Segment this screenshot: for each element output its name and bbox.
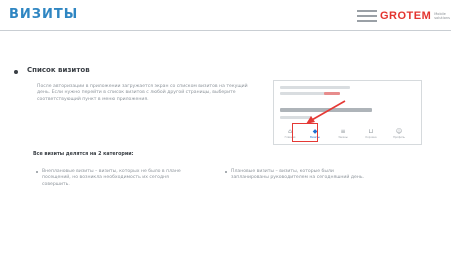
category-item-planned: Плановые визиты – визиты, которые были з… (225, 169, 371, 182)
logo-subtitle: Mobile solutions (434, 12, 450, 20)
slide-title: ВИЗИТЫ (9, 7, 79, 22)
list-bullet-icon (36, 171, 38, 173)
list-bullet-icon (225, 171, 227, 173)
grotem-logo: GROTEM Mobile solutions (357, 9, 451, 23)
orders-icon: ≡ (340, 128, 346, 135)
screenshot-text-line (280, 108, 372, 112)
logo-brand: GROTEM (380, 10, 432, 22)
header-divider (0, 30, 451, 31)
categories-lead: Все визиты делятся на 2 категории: (33, 152, 134, 157)
slide-header: ВИЗИТЫ GROTEM Mobile solutions (0, 0, 451, 30)
section-intro: После авторизации в приложении загружает… (37, 84, 248, 102)
visits-tab-highlight (292, 123, 318, 142)
category-text: Плановые визиты – визиты, которые были з… (231, 169, 365, 181)
screenshot-text-line (280, 116, 312, 119)
category-text: Внеплановые визиты – визиты, которых не … (42, 169, 181, 187)
category-item-unplanned: Внеплановые визиты – визиты, которых не … (36, 169, 182, 188)
section-title: Список визитов (27, 66, 90, 74)
tab-profile: ☺ Профиль (389, 128, 409, 142)
tab-cart: ⊔ Корзина (361, 128, 381, 142)
logo-bars-icon (357, 10, 377, 22)
screenshot-text-line (280, 92, 325, 95)
tab-orders: ≡ Заказы (333, 128, 353, 142)
cart-icon: ⊔ (368, 128, 374, 135)
screenshot-text-line (324, 92, 340, 95)
slide: ВИЗИТЫ GROTEM Mobile solutions Список ви… (0, 0, 451, 257)
section-bullet-icon (14, 70, 18, 74)
screenshot-text-line (280, 86, 350, 89)
profile-icon: ☺ (395, 128, 403, 135)
